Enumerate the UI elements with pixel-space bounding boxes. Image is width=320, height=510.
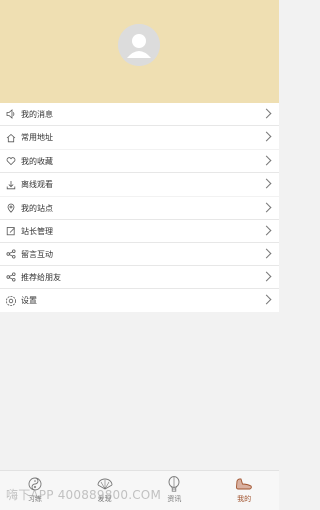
menu-item-label: 离线观看 <box>21 180 53 189</box>
chevron-right-icon <box>261 248 272 259</box>
tab-label: 我的 <box>237 495 252 503</box>
heart-icon <box>3 153 19 169</box>
menu-item-label: 留言互动 <box>21 249 53 259</box>
hot-air-balloon-icon <box>165 475 183 493</box>
tab-label: 习练 <box>27 495 42 503</box>
tab-discover[interactable]: 发现 <box>70 471 140 510</box>
menu-item-label: 设置 <box>21 296 37 305</box>
user-icon <box>118 24 160 66</box>
chevron-right-icon <box>261 155 272 166</box>
home-icon <box>3 130 19 146</box>
edit-icon <box>3 223 19 239</box>
chevron-right-icon <box>261 202 272 213</box>
gear-icon <box>3 293 19 309</box>
download-icon <box>3 177 19 193</box>
location-pin-icon <box>3 200 19 216</box>
profile-header <box>0 0 279 103</box>
share-icon <box>3 246 19 262</box>
menu-item-label: 我的站点 <box>21 203 53 213</box>
tab-mine[interactable]: 我的 <box>209 471 279 510</box>
chevron-right-icon <box>261 271 272 282</box>
menu-item-messages[interactable]: 我的消息 <box>0 103 279 126</box>
fan-icon <box>96 475 114 493</box>
speaker-icon <box>3 106 19 122</box>
menu-item-my-site[interactable]: 我的站点 <box>0 197 279 220</box>
menu-item-label: 常用地址 <box>21 133 53 142</box>
tab-news[interactable]: 资讯 <box>140 471 210 510</box>
yin-yang-icon <box>26 475 44 493</box>
chevron-right-icon <box>261 225 272 236</box>
menu-group-site: 我的站点 站长管理 留言互动 推荐给朋友 设置 <box>0 197 279 312</box>
menu-item-label: 站长管理 <box>21 226 53 236</box>
menu-item-favorites[interactable]: 我的收藏 <box>0 150 279 173</box>
avatar[interactable] <box>118 24 160 66</box>
menu-item-label: 我的收藏 <box>21 156 53 166</box>
share-icon <box>3 269 19 285</box>
chevron-right-icon <box>261 131 272 142</box>
menu-group-messages: 我的消息 常用地址 <box>0 103 279 149</box>
shoe-icon <box>235 475 253 493</box>
menu-item-addresses[interactable]: 常用地址 <box>0 126 279 149</box>
menu-item-messages-interact[interactable]: 留言互动 <box>0 243 279 266</box>
chevron-right-icon <box>261 108 272 119</box>
chevron-right-icon <box>261 178 272 189</box>
tab-label: 资讯 <box>167 495 182 503</box>
chevron-right-icon <box>261 294 272 305</box>
bottom-tab-bar: 习练 发现 资讯 我的 <box>0 470 279 510</box>
tab-practice[interactable]: 习练 <box>0 471 70 510</box>
menu-item-offline[interactable]: 离线观看 <box>0 173 279 196</box>
tab-label: 发现 <box>97 495 112 503</box>
menu-item-label: 我的消息 <box>21 109 53 119</box>
menu-item-settings[interactable]: 设置 <box>0 289 279 312</box>
menu-item-recommend[interactable]: 推荐给朋友 <box>0 266 279 289</box>
menu-item-label: 推荐给朋友 <box>21 272 61 282</box>
menu-item-admin[interactable]: 站长管理 <box>0 220 279 243</box>
menu-group-favorites: 我的收藏 离线观看 <box>0 150 279 196</box>
